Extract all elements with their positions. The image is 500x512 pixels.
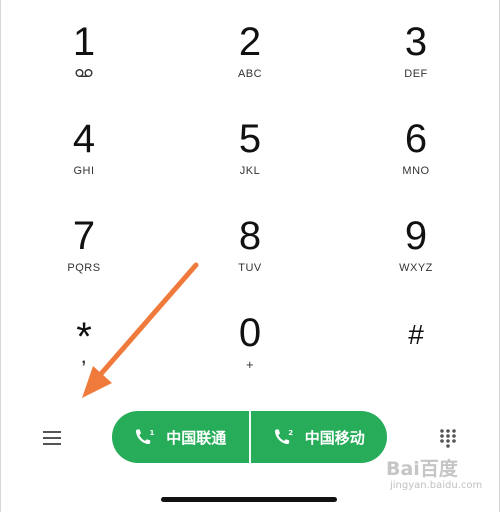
dial-keypad: 1 2 ABC 3 DEF 4 GHI 5 JKL 6 MNO 7 PQRS 8… (0, 0, 500, 400)
call-button-label: 中国联通 (166, 428, 227, 447)
key-digit: 7 (72, 214, 96, 258)
key-7[interactable]: 7 PQRS (24, 194, 144, 280)
key-letters: WXYZ (399, 262, 433, 274)
watermark-sub-text: jingyan.baidu.com (390, 480, 483, 491)
key-digit: 3 (404, 20, 428, 64)
home-indicator[interactable] (161, 497, 337, 502)
key-digit: 9 (404, 214, 428, 258)
key-letters: DEF (404, 68, 428, 80)
key-letters: PQRS (67, 262, 101, 274)
key-2[interactable]: 2 ABC (190, 0, 310, 86)
key-star[interactable]: * , (24, 291, 144, 377)
key-6[interactable]: 6 MNO (356, 97, 476, 183)
key-letters: GHI (73, 165, 95, 177)
key-digit: 0 (238, 311, 262, 355)
key-letters: , (81, 350, 87, 367)
key-letters: JKL (239, 165, 261, 177)
key-digit: 5 (238, 117, 262, 161)
key-letters: MNO (402, 165, 430, 177)
phone-sim2-icon: 2 (274, 429, 293, 444)
svg-text:1: 1 (150, 429, 155, 437)
key-hash[interactable]: # (356, 291, 476, 377)
baidu-watermark: Bai百度 jingyan.baidu.com (384, 452, 494, 496)
key-0[interactable]: 0 + (190, 291, 310, 377)
key-5[interactable]: 5 JKL (190, 97, 310, 183)
key-digit: 1 (72, 20, 96, 64)
svg-text:2: 2 (288, 429, 293, 437)
key-3[interactable]: 3 DEF (356, 0, 476, 86)
key-letters: TUV (238, 262, 262, 274)
call-button-sim2[interactable]: 2 中国移动 (251, 411, 388, 463)
key-8[interactable]: 8 TUV (190, 194, 310, 280)
watermark-main-text: Bai百度 (386, 458, 458, 480)
dialpad-toggle-icon (440, 429, 456, 448)
voicemail-icon (75, 69, 93, 78)
key-1[interactable]: 1 (24, 0, 144, 86)
key-digit: 2 (238, 20, 262, 64)
dialpad-toggle-button[interactable] (432, 424, 464, 452)
call-button-label: 中国移动 (304, 428, 365, 447)
key-digit: # (408, 319, 424, 350)
key-digit: 8 (238, 214, 262, 258)
menu-button[interactable] (36, 424, 68, 452)
menu-icon (43, 431, 61, 445)
phone-sim1-icon: 1 (136, 429, 155, 444)
key-digit: 6 (404, 117, 428, 161)
key-letters: ABC (237, 68, 263, 80)
call-button-divider (248, 411, 251, 463)
key-digit: 4 (72, 117, 96, 161)
call-button-sim1[interactable]: 1 中国联通 (112, 411, 249, 463)
key-4[interactable]: 4 GHI (24, 97, 144, 183)
dual-sim-call-buttons: 1 中国联通 2 中国移动 (112, 411, 387, 463)
key-letters: + (245, 357, 255, 372)
key-9[interactable]: 9 WXYZ (356, 194, 476, 280)
